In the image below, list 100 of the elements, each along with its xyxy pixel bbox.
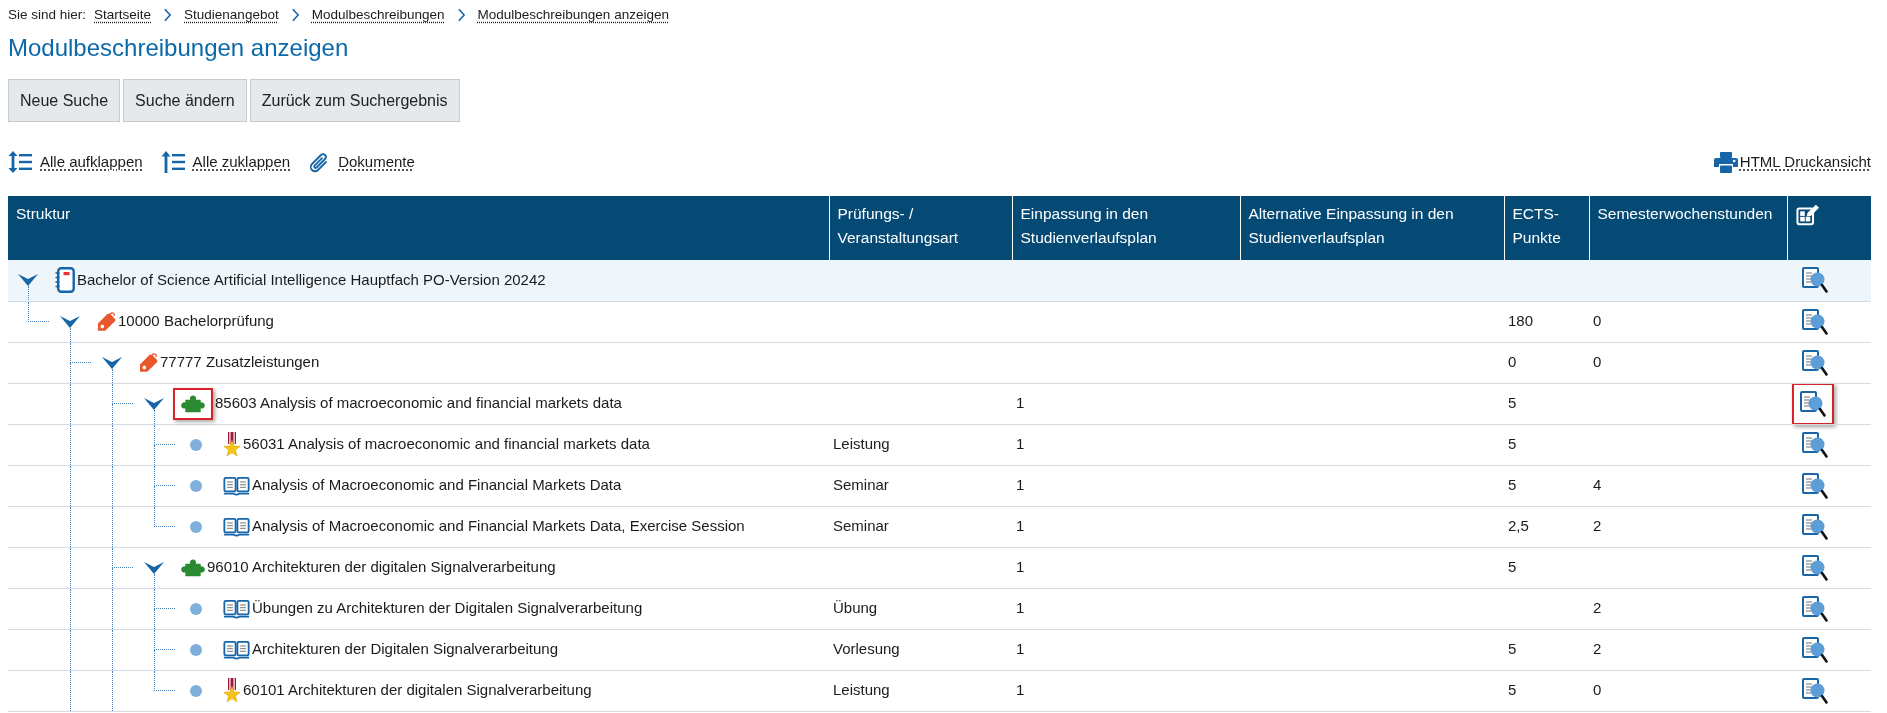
tree-line <box>112 368 113 383</box>
tree-row[interactable]: 77777 Zusatzleistungen 0 0 <box>8 342 1871 383</box>
tree-row[interactable]: Bachelor of Science Artificial Intelligence Hauptfach PO-Version 20242 <box>8 260 1871 301</box>
node-title: 60101 Architekturen der digitalen Signalverarbeitung <box>243 680 592 701</box>
action-button[interactable]: Neue Suche <box>8 79 121 122</box>
column-header: Einpassung in den Studienverlaufsplan <box>1012 196 1240 260</box>
node-title: 85603 Analysis of macroeconomic and financial markets data <box>215 393 622 414</box>
edit-layout-icon[interactable] <box>1795 203 1820 226</box>
ects-value: 5 <box>1508 640 1517 658</box>
column-header: ECTS-Punkte <box>1504 196 1589 260</box>
collapse-all-icon <box>160 151 185 173</box>
plan-semester-value: 1 <box>1016 394 1025 412</box>
breadcrumb-link[interactable]: Modulbeschreibungen anzeigen <box>477 4 669 26</box>
bullet-dot-icon <box>190 438 202 451</box>
documents-link[interactable]: Dokumente <box>308 150 415 174</box>
tree-connector-line <box>28 301 49 322</box>
column-header: Alternative Einpassung in den Studienverlaufsplan <box>1240 196 1504 260</box>
breadcrumb-link[interactable]: Modulbeschreibungen <box>311 4 445 26</box>
document-magnifier-icon[interactable] <box>1800 390 1826 417</box>
document-magnifier-icon[interactable] <box>1802 595 1828 622</box>
tree-connector-line <box>112 547 133 568</box>
node-title: 10000 Bachelorprüfung <box>118 311 274 332</box>
document-magnifier-icon[interactable] <box>1802 349 1828 376</box>
plan-semester-value: 1 <box>1016 558 1025 576</box>
chevron-right-icon <box>163 8 173 22</box>
ects-value: 0 <box>1508 353 1517 371</box>
bullet-dot-icon <box>190 479 202 492</box>
tree-connector-line <box>154 629 175 650</box>
plan-semester-value: 1 <box>1016 681 1025 699</box>
tree-connector-line <box>154 465 175 486</box>
tree-row[interactable]: 60101 Architekturen der digitalen Signalverarbeitung Leistung 1 5 0 <box>8 670 1871 711</box>
node-title: 77777 Zusatzleistungen <box>160 352 320 373</box>
expand-all-icon <box>8 151 32 173</box>
node-title: Übungen zu Architekturen der Digitalen Signalverarbeitung <box>252 598 643 619</box>
node-title: Analysis of Macroeconomic and Financial Markets Data, Exercise Session <box>252 516 745 537</box>
tree-row[interactable]: 96010 Architekturen der digitalen Signalverarbeitung 1 5 <box>8 547 1871 588</box>
tree-line <box>154 409 155 424</box>
plan-semester-value: 1 <box>1016 640 1025 658</box>
document-magnifier-icon[interactable] <box>1802 513 1828 540</box>
caret-down-icon[interactable] <box>144 397 164 410</box>
tree-connector-line <box>154 506 175 527</box>
printer-icon <box>1713 151 1738 173</box>
tree-row[interactable]: 10000 Bachelorprüfung 180 0 <box>8 301 1871 342</box>
tree-row[interactable]: Architekturen der Digitalen Signalverarbeitung Vorlesung 1 5 2 <box>8 629 1871 670</box>
course-type-text: Übung <box>833 599 878 617</box>
action-button[interactable]: Suche ändern <box>123 79 247 122</box>
bullet-dot-icon <box>190 520 202 533</box>
caret-down-icon[interactable] <box>102 356 122 369</box>
breadcrumb-link[interactable]: Startseite <box>94 4 152 26</box>
puzzle-piece-icon <box>181 394 205 413</box>
caret-down-icon[interactable] <box>18 274 38 287</box>
plan-semester-value: 1 <box>1016 599 1025 617</box>
document-magnifier-icon[interactable] <box>1802 308 1828 335</box>
node-title: Bachelor of Science Artificial Intelligence Hauptfach PO-Version 20242 <box>77 270 546 290</box>
breadcrumb-link[interactable]: Studienangebot <box>184 4 279 26</box>
document-magnifier-icon[interactable] <box>1802 636 1828 663</box>
course-type-text: Seminar <box>833 517 889 535</box>
ects-value: 5 <box>1508 558 1517 576</box>
page-title: Modulbeschreibungen anzeigen <box>8 33 349 63</box>
tree-connector-line <box>70 342 91 363</box>
document-magnifier-icon[interactable] <box>1802 267 1828 294</box>
document-magnifier-icon[interactable] <box>1802 431 1828 458</box>
plan-semester-value: 1 <box>1016 435 1025 453</box>
tree-row[interactable]: 85603 Analysis of macroeconomic and financial markets data 1 5 <box>8 383 1871 424</box>
caret-down-icon[interactable] <box>60 315 80 328</box>
tree-line <box>28 286 29 301</box>
print-view-link[interactable]: HTML Druckansicht <box>1713 150 1871 174</box>
caret-down-icon[interactable] <box>144 561 164 574</box>
document-magnifier-icon[interactable] <box>1802 472 1828 499</box>
tree-line <box>154 650 155 670</box>
document-magnifier-icon[interactable] <box>1802 677 1828 704</box>
tree-row[interactable]: Analysis of Macroeconomic and Financial Markets Data, Exercise Session Seminar 1 2,5 2 <box>8 506 1871 547</box>
collapse-all-link[interactable]: Alle zuklappen <box>160 150 291 174</box>
sws-value: 2 <box>1593 599 1602 617</box>
tree-line <box>154 609 155 629</box>
expand-all-link[interactable]: Alle aufklappen <box>8 150 143 174</box>
sws-value: 0 <box>1593 681 1602 699</box>
tree-row[interactable]: Analysis of Macroeconomic and Financial Markets Data Seminar 1 5 4 <box>8 465 1871 506</box>
tree-connector-line <box>154 588 175 609</box>
course-type-text: Seminar <box>833 476 889 494</box>
course-type-text: Leistung <box>833 435 890 453</box>
column-header: Prüfungs- / Veranstaltungsart <box>829 196 1012 260</box>
node-title: 56031 Analysis of macroeconomic and financial markets data <box>243 434 650 455</box>
tree-line <box>154 445 155 465</box>
action-button[interactable]: Zurück zum Suchergebnis <box>249 79 460 122</box>
tree-row[interactable]: 56031 Analysis of macroeconomic and financial markets data Leistung 1 5 <box>8 424 1871 465</box>
column-header: Semesterwochenstunden <box>1589 196 1787 260</box>
bullet-dot-icon <box>190 643 202 656</box>
tree-row[interactable]: Übungen zu Architekturen der Digitalen Signalverarbeitung Übung 1 2 <box>8 588 1871 629</box>
ects-value: 5 <box>1508 476 1517 494</box>
sws-value: 2 <box>1593 517 1602 535</box>
ects-value: 5 <box>1508 435 1517 453</box>
tree-connector-line <box>112 383 133 404</box>
tree-line <box>154 486 155 506</box>
column-header: Struktur <box>8 196 829 260</box>
document-magnifier-icon[interactable] <box>1802 554 1828 581</box>
ects-value: 5 <box>1508 681 1517 699</box>
sws-value: 2 <box>1593 640 1602 658</box>
plan-semester-value: 1 <box>1016 517 1025 535</box>
node-title: 96010 Architekturen der digitalen Signalverarbeitung <box>207 557 556 578</box>
